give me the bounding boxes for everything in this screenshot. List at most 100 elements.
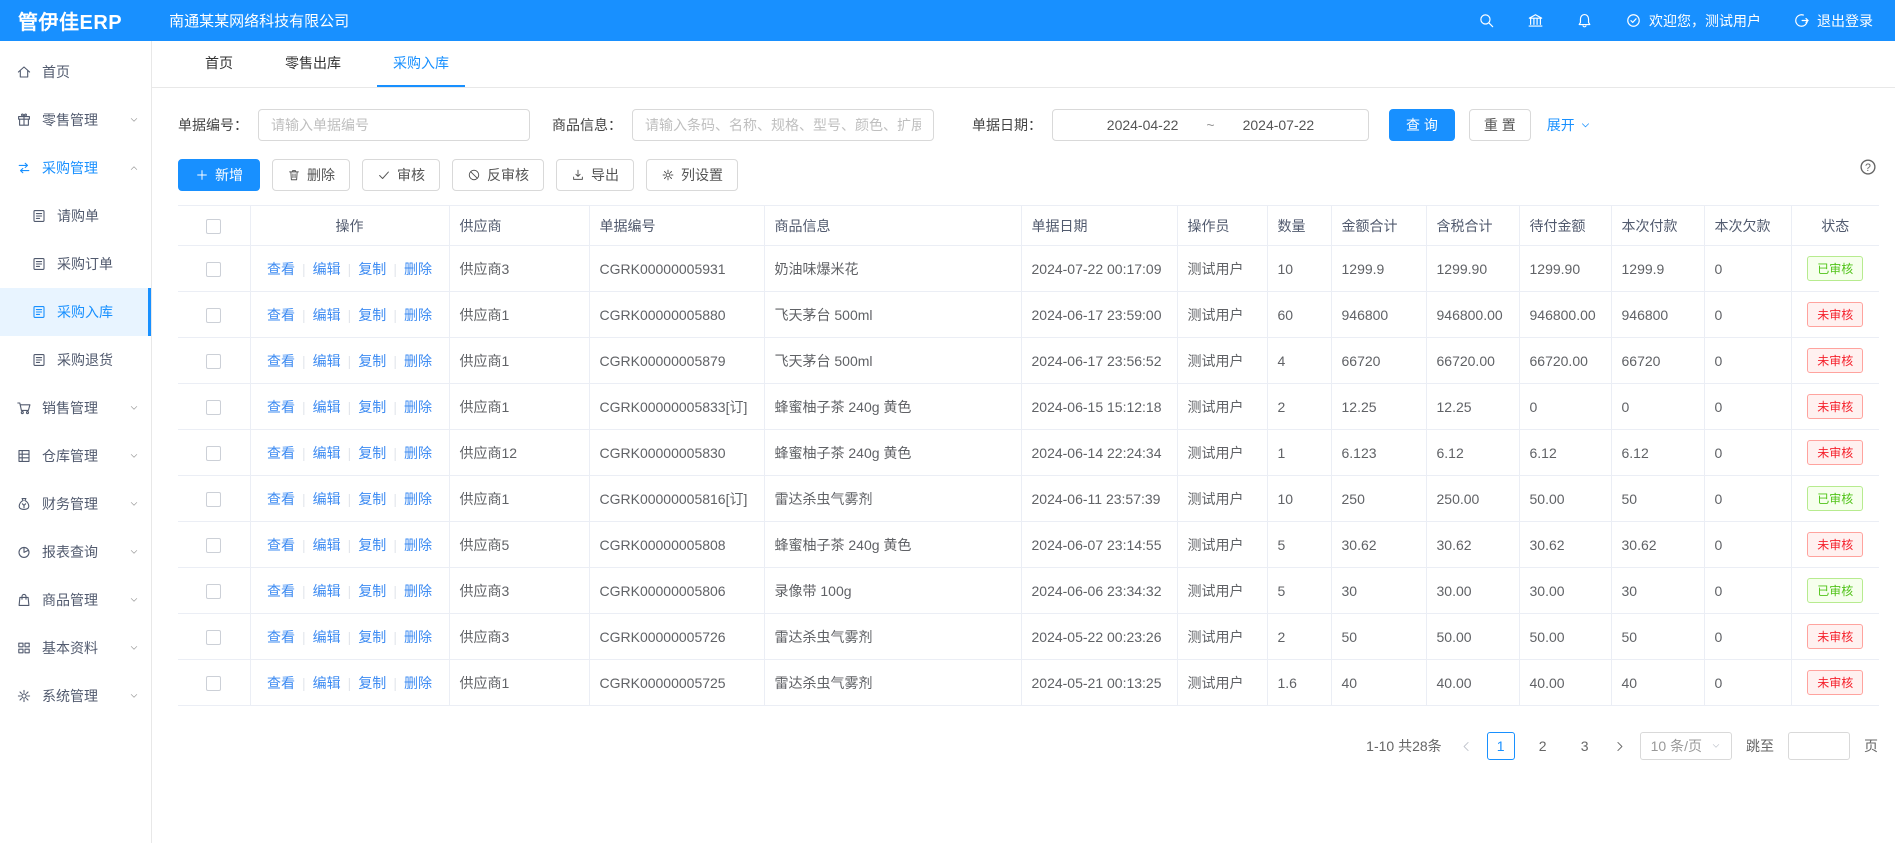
reset-button[interactable]: 重 置 <box>1469 109 1531 141</box>
row-checkbox[interactable] <box>206 584 221 599</box>
row-checkbox[interactable] <box>206 354 221 369</box>
search-button[interactable]: 查 询 <box>1389 109 1455 141</box>
sidebar-item-报表查询[interactable]: 报表查询 <box>0 528 151 576</box>
列设置-button[interactable]: 列设置 <box>646 159 738 191</box>
help-icon[interactable]: ? <box>1858 157 1878 177</box>
row-checkbox[interactable] <box>206 676 221 691</box>
sidebar-item-系统管理[interactable]: 系统管理 <box>0 672 151 720</box>
date-range-picker[interactable]: 2024-04-22 ~ 2024-07-22 <box>1052 109 1369 141</box>
delete-link[interactable]: 删除 <box>404 261 432 277</box>
sidebar-item-零售管理[interactable]: 零售管理 <box>0 96 151 144</box>
copy-link[interactable]: 复制 <box>358 675 386 691</box>
status-badge: 未审核 <box>1807 440 1863 465</box>
cell-debt: 0 <box>1704 246 1791 292</box>
view-link[interactable]: 查看 <box>267 261 295 277</box>
view-link[interactable]: 查看 <box>267 629 295 645</box>
edit-link[interactable]: 编辑 <box>313 629 341 645</box>
delete-link[interactable]: 删除 <box>404 583 432 599</box>
copy-link[interactable]: 复制 <box>358 491 386 507</box>
bell-icon[interactable] <box>1576 12 1593 29</box>
select-all-checkbox[interactable] <box>206 219 221 234</box>
delete-link[interactable]: 删除 <box>404 445 432 461</box>
row-select-cell <box>178 430 250 476</box>
search-icon[interactable] <box>1478 12 1495 29</box>
delete-link[interactable]: 删除 <box>404 629 432 645</box>
copy-link[interactable]: 复制 <box>358 629 386 645</box>
delete-link[interactable]: 删除 <box>404 675 432 691</box>
审核-button[interactable]: 审核 <box>362 159 440 191</box>
edit-link[interactable]: 编辑 <box>313 261 341 277</box>
view-link[interactable]: 查看 <box>267 491 295 507</box>
delete-link[interactable]: 删除 <box>404 491 432 507</box>
sidebar-item-采购退货[interactable]: 采购退货 <box>0 336 151 384</box>
edit-link[interactable]: 编辑 <box>313 445 341 461</box>
copy-link[interactable]: 复制 <box>358 445 386 461</box>
delete-link[interactable]: 删除 <box>404 307 432 323</box>
prev-page-icon[interactable] <box>1460 740 1473 753</box>
sidebar-item-基本资料[interactable]: 基本资料 <box>0 624 151 672</box>
view-link[interactable]: 查看 <box>267 537 295 553</box>
edit-link[interactable]: 编辑 <box>313 537 341 553</box>
row-checkbox[interactable] <box>206 630 221 645</box>
jump-page-input[interactable] <box>1788 732 1850 760</box>
copy-link[interactable]: 复制 <box>358 583 386 599</box>
user-welcome[interactable]: 欢迎您，测试用户 <box>1625 11 1761 31</box>
row-checkbox[interactable] <box>206 262 221 277</box>
tab-零售出库[interactable]: 零售出库 <box>269 41 357 87</box>
page-button-2[interactable]: 2 <box>1529 732 1557 760</box>
goods-icon <box>16 592 32 608</box>
expand-filters-link[interactable]: 展开 <box>1547 115 1591 135</box>
page-size-select[interactable]: 10 条/页 <box>1640 732 1732 760</box>
sidebar-item-财务管理[interactable]: 财务管理 <box>0 480 151 528</box>
product-info-input[interactable] <box>632 109 934 141</box>
bank-icon[interactable] <box>1527 12 1544 29</box>
edit-link[interactable]: 编辑 <box>313 583 341 599</box>
copy-link[interactable]: 复制 <box>358 537 386 553</box>
sidebar-item-请购单[interactable]: 请购单 <box>0 192 151 240</box>
page-button-1[interactable]: 1 <box>1487 732 1515 760</box>
view-link[interactable]: 查看 <box>267 445 295 461</box>
tab-首页[interactable]: 首页 <box>189 41 249 87</box>
view-link[interactable]: 查看 <box>267 675 295 691</box>
order-no-input[interactable] <box>258 109 530 141</box>
view-link[interactable]: 查看 <box>267 399 295 415</box>
反审核-button[interactable]: 反审核 <box>452 159 544 191</box>
view-link[interactable]: 查看 <box>267 353 295 369</box>
sidebar-item-采购管理[interactable]: 采购管理 <box>0 144 151 192</box>
删除-button[interactable]: 删除 <box>272 159 350 191</box>
copy-link[interactable]: 复制 <box>358 399 386 415</box>
page-button-3[interactable]: 3 <box>1571 732 1599 760</box>
cell-date: 2024-06-17 23:59:00 <box>1021 292 1177 338</box>
sidebar-item-首页[interactable]: 首页 <box>0 48 151 96</box>
sidebar-item-仓库管理[interactable]: 仓库管理 <box>0 432 151 480</box>
row-checkbox[interactable] <box>206 492 221 507</box>
row-checkbox[interactable] <box>206 308 221 323</box>
导出-button[interactable]: 导出 <box>556 159 634 191</box>
row-checkbox[interactable] <box>206 400 221 415</box>
edit-link[interactable]: 编辑 <box>313 399 341 415</box>
copy-link[interactable]: 复制 <box>358 261 386 277</box>
delete-link[interactable]: 删除 <box>404 399 432 415</box>
delete-link[interactable]: 删除 <box>404 353 432 369</box>
view-link[interactable]: 查看 <box>267 307 295 323</box>
edit-link[interactable]: 编辑 <box>313 491 341 507</box>
copy-link[interactable]: 复制 <box>358 307 386 323</box>
chevron-down-icon <box>129 115 139 125</box>
edit-link[interactable]: 编辑 <box>313 353 341 369</box>
view-link[interactable]: 查看 <box>267 583 295 599</box>
sidebar-item-采购入库[interactable]: 采购入库 <box>0 288 151 336</box>
delete-link[interactable]: 删除 <box>404 537 432 553</box>
edit-link[interactable]: 编辑 <box>313 675 341 691</box>
cell-debt: 0 <box>1704 292 1791 338</box>
copy-link[interactable]: 复制 <box>358 353 386 369</box>
sidebar-item-商品管理[interactable]: 商品管理 <box>0 576 151 624</box>
tab-采购入库[interactable]: 采购入库 <box>377 41 465 87</box>
row-checkbox[interactable] <box>206 446 221 461</box>
next-page-icon[interactable] <box>1613 740 1626 753</box>
row-checkbox[interactable] <box>206 538 221 553</box>
sidebar-item-采购订单[interactable]: 采购订单 <box>0 240 151 288</box>
新增-button[interactable]: 新增 <box>178 159 260 191</box>
logout-button[interactable]: 退出登录 <box>1793 11 1873 31</box>
sidebar-item-销售管理[interactable]: 销售管理 <box>0 384 151 432</box>
edit-link[interactable]: 编辑 <box>313 307 341 323</box>
